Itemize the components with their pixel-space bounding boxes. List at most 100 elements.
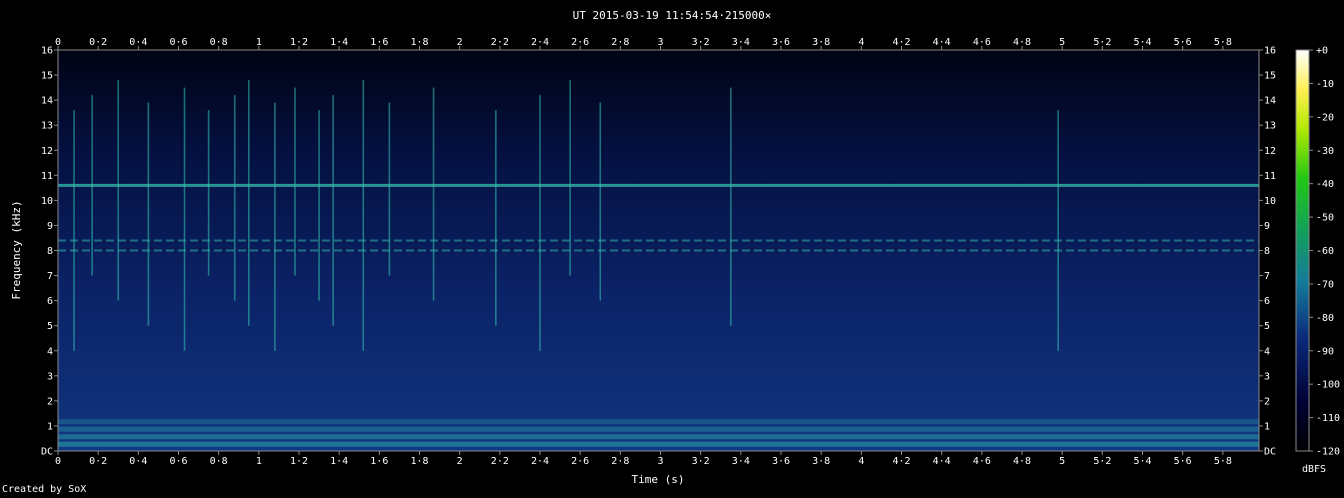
colorbar-tick-label: -70	[1316, 279, 1334, 290]
y-tick-label-left: 16	[41, 46, 53, 57]
colorbar-tick-label: -40	[1316, 179, 1334, 190]
y-tick-label-right: 3	[1264, 371, 1270, 382]
x-tick-label-bottom: 1·6	[370, 456, 388, 467]
x-tick-label-top: 3·2	[692, 37, 710, 48]
y-tick-label-right: 13	[1264, 121, 1276, 132]
x-tick-label-top: 0·8	[210, 37, 228, 48]
plot-area	[57, 49, 1260, 452]
colorbar: +0 -10 -20 -30 -40 -50 -60 -70 -80 -90 -100 -110 -12…	[1295, 46, 1340, 475]
y-tick-label-right: 16	[1264, 46, 1276, 57]
x-tick-label-top: 1·8	[410, 37, 428, 48]
x-tick-label-top: 5·8	[1214, 37, 1232, 48]
y-tick-label-left: 8	[47, 246, 53, 257]
colorbar-tick-label: +0	[1316, 46, 1328, 57]
x-tick-label-top: 0·2	[89, 37, 107, 48]
x-tick-label-top: 2·2	[491, 37, 509, 48]
x-tick-label-bottom: 4·8	[1013, 456, 1031, 467]
y-tick-label-right: 11	[1264, 171, 1276, 182]
x-tick-label-bottom: 5·8	[1214, 456, 1232, 467]
x-tick-label-top: 5·6	[1174, 37, 1192, 48]
x-tick-label-top: 3·6	[772, 37, 790, 48]
x-tick-label-top: 5	[1059, 37, 1065, 48]
y-tick-label-right: DC	[1264, 447, 1276, 458]
x-tick-label-top: 1	[256, 37, 262, 48]
y-tick-label-right: 8	[1264, 246, 1270, 257]
y-tick-label-right: 9	[1264, 221, 1270, 232]
y-tick-label-left: 2	[47, 396, 53, 407]
sox-credit: Created by SoX	[2, 484, 87, 495]
colorbar-gradient	[1295, 49, 1310, 452]
x-tick-label-bottom: 5	[1059, 456, 1065, 467]
colorbar-tick-label: -110	[1316, 413, 1340, 424]
y-tick-label-right: 5	[1264, 321, 1270, 332]
y-tick-label-right: 1	[1264, 421, 1270, 432]
y-tick-label-left: 3	[47, 371, 53, 382]
x-tick-label-top: 3·8	[812, 37, 830, 48]
low-frequency-band	[58, 434, 1259, 440]
x-tick-label-bottom: 5·6	[1174, 456, 1192, 467]
x-tick-label-bottom: 4	[858, 456, 864, 467]
x-tick-label-bottom: 3·4	[732, 456, 750, 467]
x-tick-label-top: 1·4	[330, 37, 348, 48]
x-tick-label-bottom: 5·4	[1133, 456, 1151, 467]
x-tick-label-bottom: 0	[55, 456, 61, 467]
x-tick-label-bottom: 4·6	[973, 456, 991, 467]
low-frequency-band	[58, 419, 1259, 425]
x-tick-label-bottom: 2	[457, 456, 463, 467]
colorbar-tick-label: -80	[1316, 313, 1334, 324]
x-tick-label-top: 1·6	[370, 37, 388, 48]
x-tick-label-bottom: 3·8	[812, 456, 830, 467]
x-tick-label-bottom: 0·6	[169, 456, 187, 467]
colorbar-tick-label: -50	[1316, 213, 1334, 224]
x-tick-label-top: 0·4	[129, 37, 147, 48]
y-tick-label-right: 2	[1264, 396, 1270, 407]
y-tick-label-left: 7	[47, 271, 53, 282]
x-tick-label-bottom: 1·2	[290, 456, 308, 467]
x-tick-label-bottom: 2·4	[531, 456, 549, 467]
x-axis-label: Time (s)	[632, 473, 685, 486]
x-tick-label-bottom: 3·2	[692, 456, 710, 467]
x-tick-label-bottom: 2·6	[571, 456, 589, 467]
x-tick-label-top: 1·2	[290, 37, 308, 48]
x-tick-label-top: 2·8	[611, 37, 629, 48]
x-tick-label-top: 3·4	[732, 37, 750, 48]
low-frequency-band	[58, 426, 1259, 432]
y-tick-label-left: 1	[47, 421, 53, 432]
x-tick-label-bottom: 4·2	[892, 456, 910, 467]
x-tick-label-top: 2·4	[531, 37, 549, 48]
x-tick-label-bottom: 2·8	[611, 456, 629, 467]
x-tick-label-top: 4·4	[933, 37, 951, 48]
x-tick-label-bottom: 0·2	[89, 456, 107, 467]
y-tick-label-right: 4	[1264, 346, 1270, 357]
spectrogram-chart: UT 2015-03-19 11:54:54·215000× 0 0·2 0·4 0·…	[10, 9, 1340, 486]
x-tick-label-top: 2	[457, 37, 463, 48]
y-tick-label-right: 12	[1264, 146, 1276, 157]
x-tick-label-top: 2·6	[571, 37, 589, 48]
y-tick-label-left: 5	[47, 321, 53, 332]
x-tick-label-top: 4·6	[973, 37, 991, 48]
y-tick-label-left: 12	[41, 146, 53, 157]
y-tick-label-left: 15	[41, 71, 53, 82]
x-tick-label-bottom: 1	[256, 456, 262, 467]
x-tick-label-top: 4	[858, 37, 864, 48]
colorbar-tick-label: -10	[1316, 79, 1334, 90]
y-tick-label-left: 6	[47, 296, 53, 307]
x-tick-label-top: 5·2	[1093, 37, 1111, 48]
x-tick-label-bottom: 3	[657, 456, 663, 467]
x-tick-label-top: 0·6	[169, 37, 187, 48]
y-tick-label-right: 7	[1264, 271, 1270, 282]
x-tick-label-top: 5·4	[1133, 37, 1151, 48]
x-tick-label-top: 3	[657, 37, 663, 48]
x-tick-label-top: 0	[55, 37, 61, 48]
colorbar-tick-label: -100	[1316, 380, 1340, 391]
x-tick-label-bottom: 1·8	[410, 456, 428, 467]
y-tick-label-right: 6	[1264, 296, 1270, 307]
colorbar-tick-label: -90	[1316, 346, 1334, 357]
x-tick-label-bottom: 5·2	[1093, 456, 1111, 467]
y-tick-label-right: 10	[1264, 196, 1276, 207]
x-tick-label-top: 4·8	[1013, 37, 1031, 48]
x-tick-label-bottom: 1·4	[330, 456, 348, 467]
y-tick-label-left: 9	[47, 221, 53, 232]
y-tick-label-left: 13	[41, 121, 53, 132]
colorbar-label: dBFS	[1302, 464, 1326, 475]
